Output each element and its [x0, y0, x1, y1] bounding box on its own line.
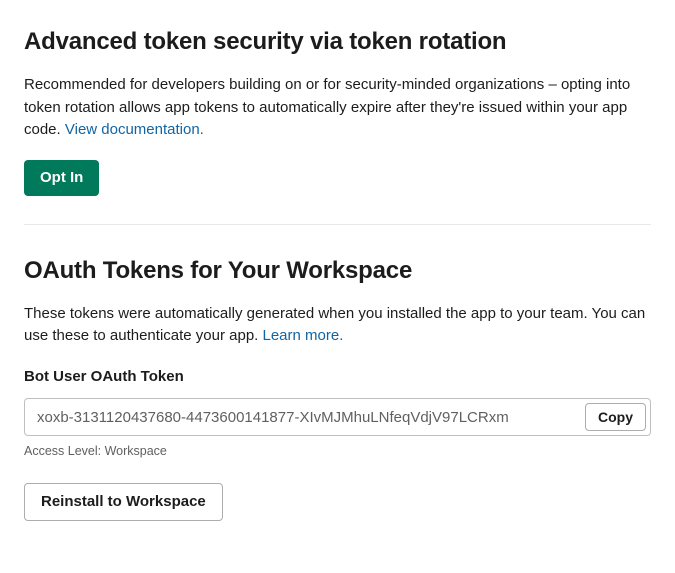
bot-token-label: Bot User OAuth Token	[24, 366, 651, 389]
token-rotation-description: Recommended for developers building on o…	[24, 74, 651, 142]
oauth-tokens-description: These tokens were automatically generate…	[24, 303, 651, 348]
bot-token-row: Copy	[24, 398, 651, 436]
view-documentation-link[interactable]: View documentation.	[65, 121, 204, 138]
reinstall-button[interactable]: Reinstall to Workspace	[24, 483, 223, 521]
oauth-tokens-heading: OAuth Tokens for Your Workspace	[24, 253, 651, 289]
bot-token-input[interactable]	[37, 409, 585, 426]
token-rotation-section: Advanced token security via token rotati…	[24, 24, 651, 224]
section-divider	[24, 224, 651, 225]
token-rotation-heading: Advanced token security via token rotati…	[24, 24, 651, 60]
opt-in-button[interactable]: Opt In	[24, 160, 99, 196]
copy-button[interactable]: Copy	[585, 403, 646, 431]
oauth-tokens-section: OAuth Tokens for Your Workspace These to…	[24, 253, 651, 549]
learn-more-link[interactable]: Learn more.	[263, 327, 344, 344]
access-level-text: Access Level: Workspace	[24, 442, 651, 461]
